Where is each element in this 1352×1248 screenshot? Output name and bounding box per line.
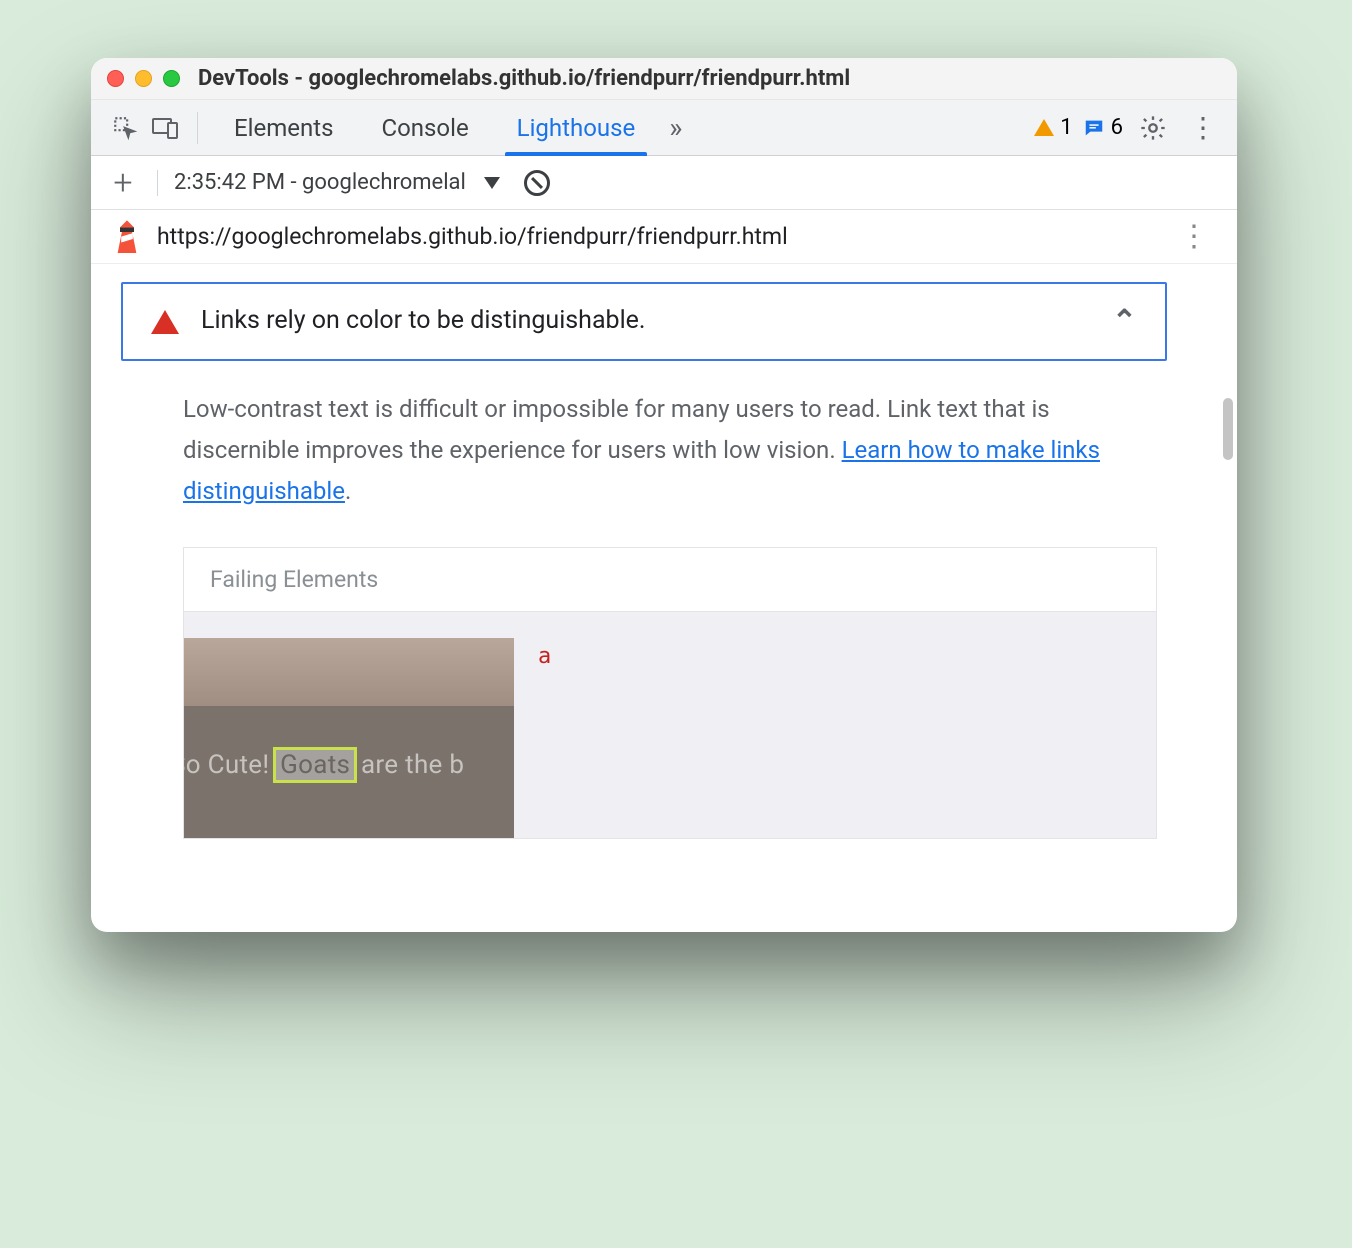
traffic-lights	[107, 70, 180, 87]
messages-badge[interactable]: 6	[1083, 115, 1123, 140]
failing-element-tag[interactable]: a	[538, 638, 551, 669]
close-window-button[interactable]	[107, 70, 124, 87]
warnings-badge[interactable]: 1	[1034, 115, 1072, 140]
messages-count: 6	[1111, 115, 1123, 140]
thumb-text-pre: So Cute!	[184, 750, 276, 780]
thumb-text-post: are the b	[354, 750, 464, 780]
report-content: Links rely on color to be distinguishabl…	[91, 264, 1237, 932]
failing-element-thumbnail[interactable]: So Cute! Goats are the b	[184, 638, 514, 838]
failing-elements-box: Failing Elements So Cute! Goats are the …	[183, 547, 1157, 839]
session-dropdown-label[interactable]: 2:35:42 PM - googlechromelal	[174, 170, 466, 195]
report-url-row: https://googlechromelabs.github.io/frien…	[91, 210, 1237, 264]
session-separator	[157, 170, 158, 196]
tab-lighthouse[interactable]: Lighthouse	[493, 100, 660, 156]
audit-description: Low-contrast text is difficult or imposs…	[183, 389, 1157, 511]
zoom-window-button[interactable]	[163, 70, 180, 87]
warnings-count: 1	[1060, 115, 1072, 140]
failing-elements-header: Failing Elements	[184, 548, 1156, 612]
more-tabs-button[interactable]: »	[659, 111, 692, 144]
inspect-element-icon[interactable]	[105, 108, 145, 148]
lighthouse-session-bar: + 2:35:42 PM - googlechromelal	[91, 156, 1237, 210]
audit-card-links-distinguishable[interactable]: Links rely on color to be distinguishabl…	[121, 282, 1167, 361]
scrollbar-thumb[interactable]	[1223, 398, 1233, 460]
audit-description-period: .	[345, 477, 351, 505]
toolbar-kebab-menu[interactable]: ⋮	[1183, 111, 1223, 144]
titlebar: DevTools - googlechromelabs.github.io/fr…	[91, 58, 1237, 100]
minimize-window-button[interactable]	[135, 70, 152, 87]
window-title: DevTools - googlechromelabs.github.io/fr…	[198, 66, 850, 91]
clear-reports-icon[interactable]	[524, 170, 550, 196]
audit-title: Links rely on color to be distinguishabl…	[201, 305, 1090, 338]
collapse-chevron-icon[interactable]: ⌃	[1112, 304, 1137, 339]
toolbar-separator	[197, 112, 198, 144]
devtools-window: DevTools - googlechromelabs.github.io/fr…	[91, 58, 1237, 932]
tab-elements[interactable]: Elements	[210, 100, 357, 156]
report-kebab-menu[interactable]: ⋮	[1173, 219, 1215, 254]
tab-console[interactable]: Console	[357, 100, 492, 156]
settings-gear-icon[interactable]	[1133, 108, 1173, 148]
toggle-device-toolbar-icon[interactable]	[145, 108, 185, 148]
thumb-text-highlight: Goats	[276, 750, 354, 780]
new-report-button[interactable]: +	[105, 163, 141, 203]
message-icon	[1083, 117, 1105, 139]
report-url: https://googlechromelabs.github.io/frien…	[157, 223, 1157, 250]
warning-triangle-icon	[1034, 119, 1054, 136]
devtools-toolbar: Elements Console Lighthouse » 1 6 ⋮	[91, 100, 1237, 156]
fail-triangle-icon	[151, 310, 179, 334]
dropdown-triangle-icon[interactable]	[484, 177, 500, 189]
lighthouse-icon	[113, 218, 141, 255]
